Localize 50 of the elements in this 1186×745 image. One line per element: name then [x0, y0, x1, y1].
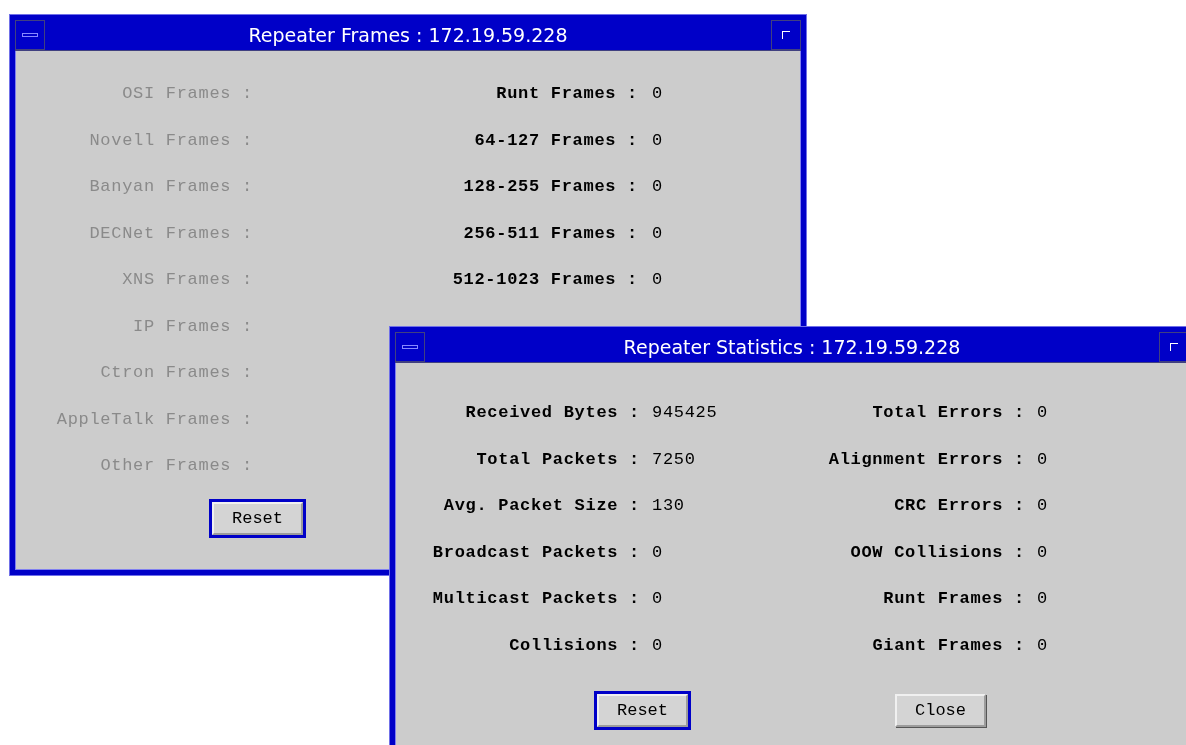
field-value: 0: [1037, 634, 1049, 657]
field-label: 512-1023 Frames :: [451, 269, 638, 291]
field-label: Alignment Errors :: [827, 448, 1025, 471]
field-value: 0: [652, 634, 664, 657]
field-label: Ctron Frames :: [99, 362, 253, 384]
reset-button[interactable]: Reset: [597, 694, 688, 727]
window-title: Repeater Frames : 172.19.59.228: [247, 23, 569, 48]
field-label: Avg. Packet Size :: [442, 495, 640, 517]
field-value: 0: [1037, 448, 1049, 471]
field-value: 130: [652, 495, 686, 517]
field-label: 128-255 Frames :: [462, 176, 638, 198]
field-label: Banyan Frames :: [88, 176, 253, 198]
field-value: 0: [652, 176, 664, 198]
field-label: Received Bytes :: [464, 402, 640, 424]
field-value: 0: [1037, 495, 1049, 517]
field-value: 0: [1037, 541, 1049, 564]
field-value: 0: [652, 129, 664, 152]
field-value: 0: [652, 83, 664, 105]
field-label: CRC Errors :: [893, 495, 1025, 517]
field-value: 0: [1037, 402, 1049, 424]
field-label: IP Frames :: [132, 315, 253, 338]
field-label: Total Packets :: [475, 448, 640, 471]
field-label: Other Frames :: [99, 455, 253, 477]
field-label: Multicast Packets :: [431, 588, 640, 610]
field-value: 0: [652, 269, 664, 291]
field-label: Novell Frames :: [88, 129, 253, 152]
field-label: Broadcast Packets :: [431, 541, 640, 564]
field-value: 0: [652, 588, 664, 610]
field-label: XNS Frames :: [121, 269, 253, 291]
field-label: 64-127 Frames :: [473, 129, 638, 152]
reset-button[interactable]: Reset: [212, 501, 303, 535]
field-label: AppleTalk Frames :: [55, 408, 253, 431]
window-menu-button[interactable]: [395, 332, 425, 362]
field-value: 945425: [652, 402, 719, 424]
field-value: 7250: [652, 448, 697, 471]
field-label: OSI Frames :: [121, 83, 253, 105]
field-label: Giant Frames :: [871, 634, 1025, 657]
field-label: 256-511 Frames :: [462, 222, 638, 245]
field-value: 0: [1037, 588, 1049, 610]
field-label: DECNet Frames :: [88, 222, 253, 245]
field-label: Collisions :: [508, 634, 640, 657]
field-value: 0: [652, 541, 664, 564]
field-label: OOW Collisions :: [849, 541, 1025, 564]
window-title: Repeater Statistics : 172.19.59.228: [622, 335, 962, 360]
field-label: Runt Frames :: [495, 83, 638, 105]
field-label: Runt Frames :: [882, 588, 1025, 610]
field-label: Total Errors :: [871, 402, 1025, 424]
close-button[interactable]: Close: [895, 694, 986, 727]
field-value: 0: [652, 222, 664, 245]
window-menu-button[interactable]: [15, 20, 45, 50]
